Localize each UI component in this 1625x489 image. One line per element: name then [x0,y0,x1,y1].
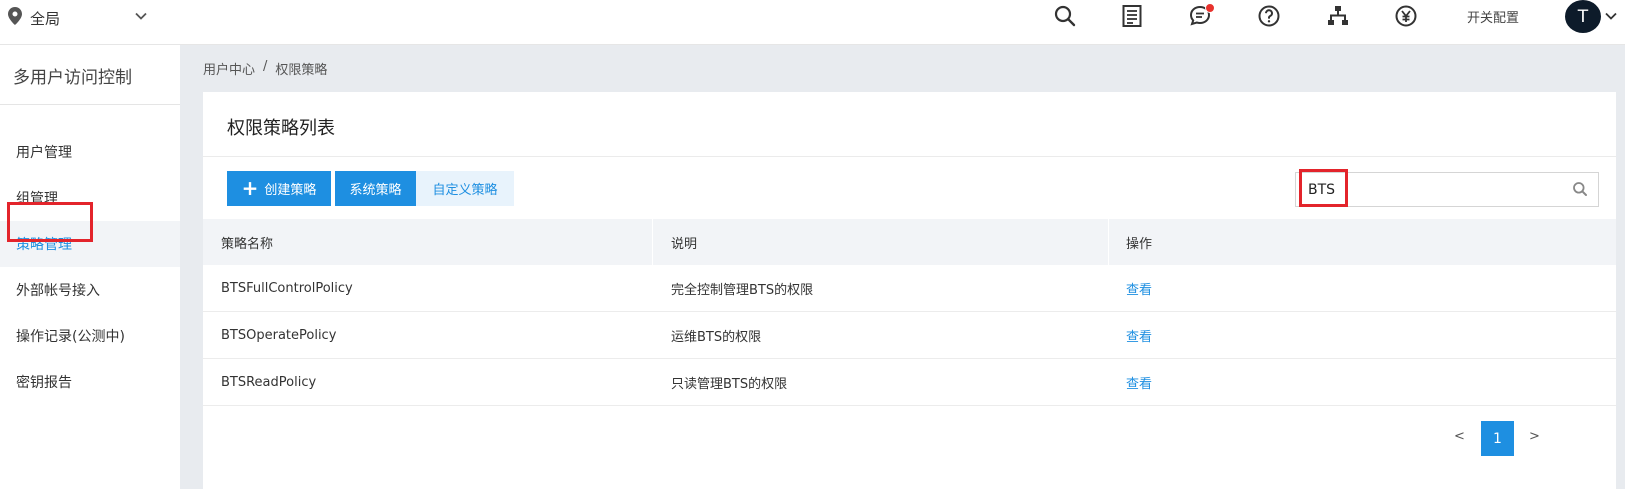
breadcrumb-root[interactable]: 用户中心 [203,59,255,78]
prev-page-button[interactable]: < [1454,429,1465,444]
breadcrumb-current: 权限策略 [275,63,328,78]
create-policy-button[interactable]: + 创建策略 [227,171,331,206]
sidebar-item-label: 密钥报告 [16,375,72,391]
sidebar-item-user-management[interactable]: 用户管理 [0,129,180,175]
column-separator [1108,219,1109,265]
sidebar-item-external-account[interactable]: 外部帐号接入 [0,267,180,313]
top-bar: 全局 开关配置 T [0,0,1625,45]
switch-config-link[interactable]: 开关配置 [1467,7,1519,26]
chevron-down-icon[interactable] [1604,9,1618,27]
view-link[interactable]: 查看 [1126,312,1152,358]
column-header-action: 操作 [1126,236,1153,252]
table-header: 策略名称 说明 操作 [203,219,1616,265]
breadcrumb-separator: / [263,59,268,74]
search-icon[interactable] [1572,181,1588,201]
sidebar-title: 多用户访问控制 [13,68,132,88]
policy-name-cell: BTSFullControlPolicy [221,280,353,296]
network-icon[interactable] [1325,3,1351,29]
policy-list-panel: 权限策略列表 + 创建策略 系统策略 自定义策略 策略名称 说明 操作 BTSF… [203,92,1616,489]
column-header-description: 说明 [671,236,698,252]
view-link[interactable]: 查看 [1126,265,1152,311]
policy-desc-cell: 只读管理BTS的权限 [671,376,788,392]
help-icon[interactable] [1256,3,1282,29]
plus-icon: + [241,175,259,200]
notification-dot [1205,3,1215,13]
sidebar-item-key-report[interactable]: 密钥报告 [0,359,180,405]
message-icon[interactable] [1187,3,1215,29]
column-header-policy-name: 策略名称 [221,236,274,252]
document-list-icon[interactable] [1119,3,1145,29]
column-separator [652,219,653,265]
policy-name-cell: BTSOperatePolicy [221,327,337,343]
tab-custom-policy[interactable]: 自定义策略 [416,171,514,206]
table-row: BTSFullControlPolicy 完全控制管理BTS的权限 查看 [203,265,1616,312]
table-row: BTSReadPolicy 只读管理BTS的权限 查看 [203,359,1616,406]
page-number-button[interactable]: 1 [1481,421,1514,456]
policy-desc-cell: 运维BTS的权限 [671,329,762,345]
divider [203,156,1616,157]
currency-icon[interactable] [1393,3,1419,29]
policy-name-cell: BTSReadPolicy [221,374,317,390]
create-policy-label: 创建策略 [264,183,317,198]
sidebar: 多用户访问控制 用户管理 组管理 策略管理 外部帐号接入 操作记录(公测中) 密… [0,45,180,489]
table-row: BTSOperatePolicy 运维BTS的权限 查看 [203,312,1616,359]
chevron-down-icon [134,9,148,27]
highlight-box-policy-management [7,202,93,242]
view-link[interactable]: 查看 [1126,359,1152,405]
region-selector[interactable]: 全局 [8,6,147,30]
sidebar-item-label: 用户管理 [16,145,72,161]
divider [0,104,180,105]
tab-system-policy[interactable]: 系统策略 [335,171,416,206]
search-icon[interactable] [1052,3,1078,29]
sidebar-item-operation-log[interactable]: 操作记录(公测中) [0,313,180,359]
highlight-box-search [1299,169,1348,207]
policy-desc-cell: 完全控制管理BTS的权限 [671,282,814,298]
page-title: 权限策略列表 [227,118,335,139]
next-page-button[interactable]: > [1529,429,1540,444]
avatar[interactable]: T [1565,0,1601,33]
sidebar-item-label: 操作记录(公测中) [16,329,125,345]
sidebar-item-label: 外部帐号接入 [16,283,100,299]
location-pin-icon [8,7,22,29]
region-label: 全局 [30,9,61,28]
breadcrumb: 用户中心 / 权限策略 [203,59,327,78]
